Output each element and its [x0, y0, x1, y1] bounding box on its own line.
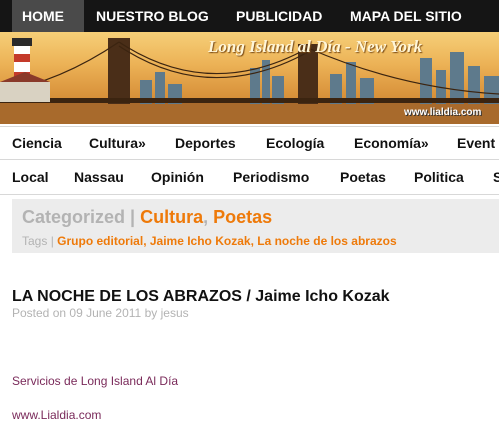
banner-title: Long Island al Día - New York: [208, 37, 423, 56]
category-box: Categorized | Cultura, Poetas Tags | Gru…: [12, 199, 499, 253]
services-text: Servicios de Long Island Al Día: [12, 374, 179, 388]
cat-ecologia[interactable]: Ecología: [266, 135, 324, 151]
header-banner[interactable]: Long Island al Día - New York www.lialdi…: [0, 32, 499, 124]
cat-opinion[interactable]: Opinión: [151, 169, 204, 185]
category-link-poetas[interactable]: Poetas: [213, 207, 272, 227]
category-nav-secondary: Local Nassau Opinión Periodismo Poetas P…: [0, 161, 499, 195]
cat-periodismo[interactable]: Periodismo: [233, 169, 309, 185]
cat-politica[interactable]: Politica: [414, 169, 464, 185]
cat-poetas[interactable]: Poetas: [340, 169, 386, 185]
tags-label: Tags: [22, 234, 48, 248]
nav-mapa-del-sitio[interactable]: MAPA DEL SITIO: [350, 0, 462, 32]
tag-link-la-noche[interactable]: La noche de los abrazos: [257, 234, 396, 248]
category-nav-primary: Ciencia Cultura» Deportes Ecología Econo…: [0, 126, 499, 160]
cat-more[interactable]: S: [493, 169, 499, 185]
cat-eventos[interactable]: Event: [457, 135, 495, 151]
lighthouse: [0, 38, 50, 102]
post-title[interactable]: LA NOCHE DE LOS ABRAZOS / Jaime Icho Koz…: [12, 288, 390, 306]
categorized-separator: |: [130, 207, 136, 227]
nav-publicidad[interactable]: PUBLICIDAD: [236, 0, 322, 32]
post-author[interactable]: jesus: [161, 306, 189, 320]
posted-on-label: Posted on: [12, 306, 67, 320]
post-date: 09 June 2011: [69, 306, 142, 320]
cat-cultura[interactable]: Cultura»: [89, 135, 146, 151]
bridge-deck: [0, 98, 499, 103]
city-skyline: [140, 52, 499, 104]
tag-link-grupo-editorial[interactable]: Grupo editorial: [57, 234, 143, 248]
site-link[interactable]: www.Lialdia.com: [12, 408, 101, 422]
tags-separator: |: [50, 234, 54, 248]
cat-deportes[interactable]: Deportes: [175, 135, 236, 151]
nav-nuestro-blog[interactable]: NUESTRO BLOG: [96, 0, 209, 32]
banner-url: www.lialdia.com: [404, 107, 482, 118]
cat-nassau[interactable]: Nassau: [74, 169, 124, 185]
cat-economia[interactable]: Economía»: [354, 135, 429, 151]
tag-link-jaime-icho-kozak[interactable]: Jaime Icho Kozak: [150, 234, 251, 248]
categorized-heading: Categorized | Cultura, Poetas: [22, 207, 273, 227]
by-label: by: [144, 306, 158, 320]
cat-local[interactable]: Local: [12, 169, 49, 185]
categorized-label: Categorized: [22, 207, 126, 227]
nav-home[interactable]: HOME: [12, 0, 84, 32]
category-link-cultura[interactable]: Cultura: [140, 207, 203, 227]
tags-line: Tags | Grupo editorial, Jaime Icho Kozak…: [22, 234, 397, 248]
cat-ciencia[interactable]: Ciencia: [12, 135, 62, 151]
post-meta: Posted on 09 June 2011 by jesus: [12, 306, 189, 320]
top-nav: HOME NUESTRO BLOG PUBLICIDAD MAPA DEL SI…: [0, 0, 499, 32]
